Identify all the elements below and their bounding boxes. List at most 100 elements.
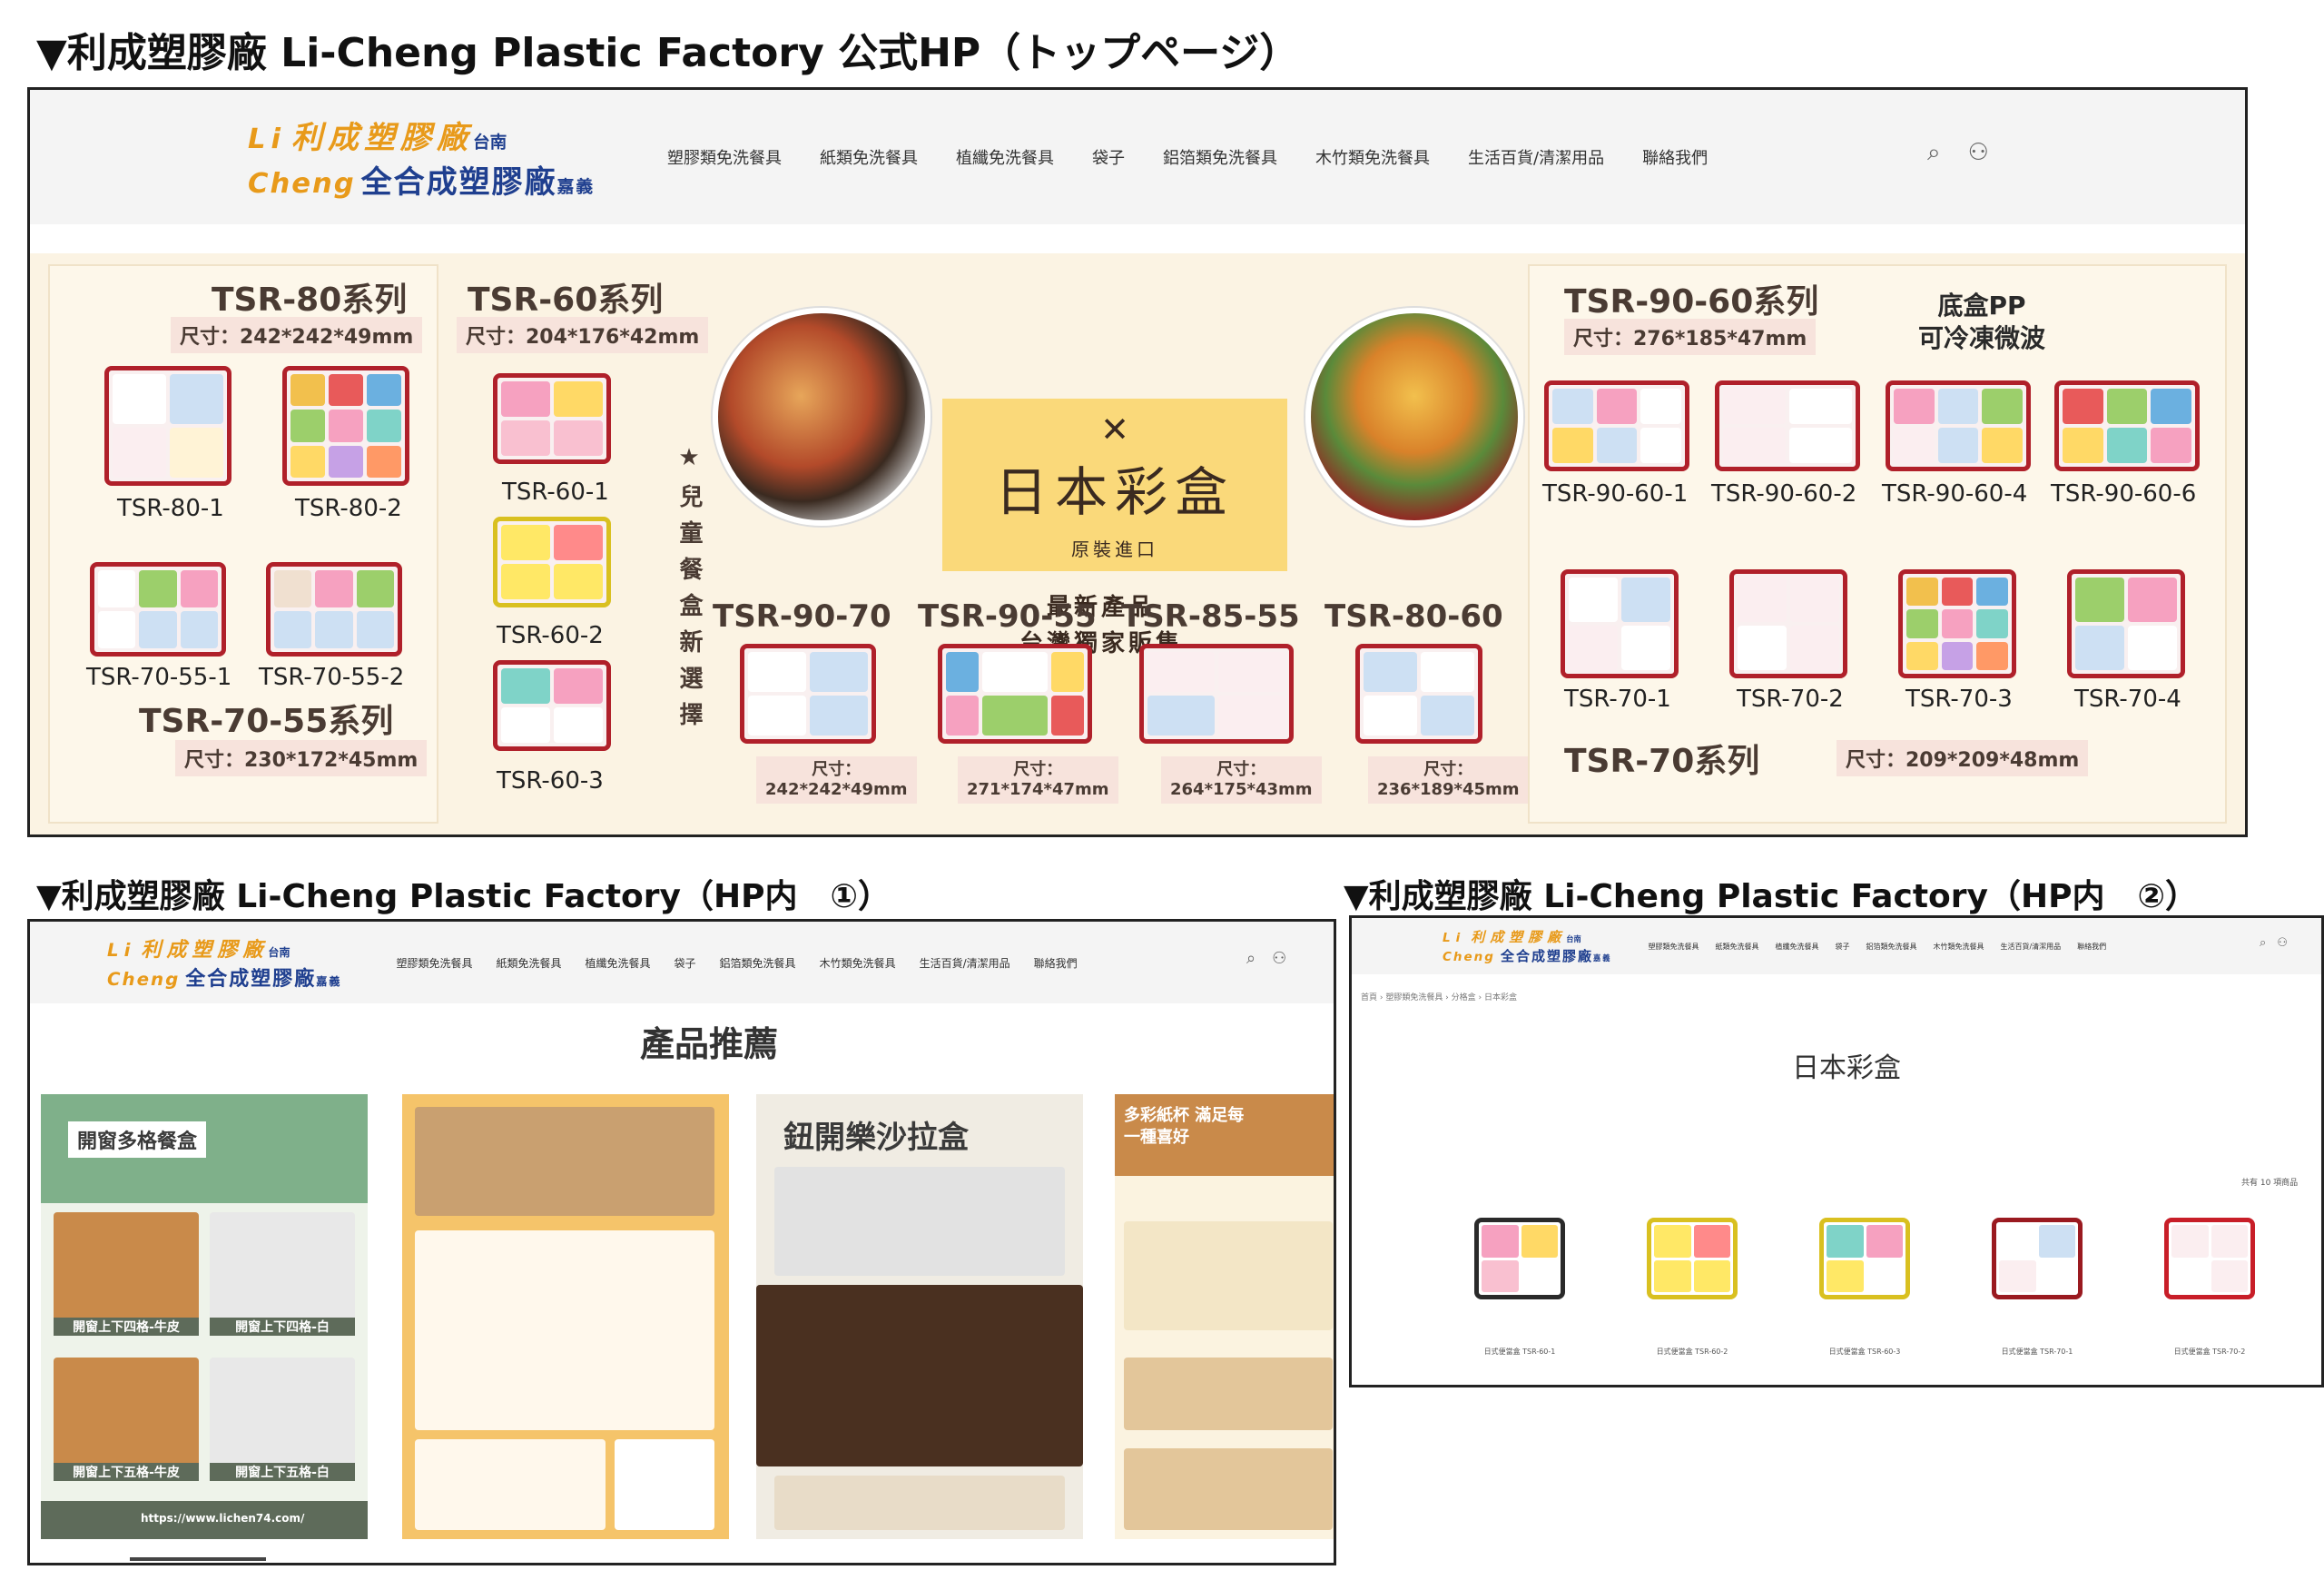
flyer-1-title: 開窗多格餐盒 xyxy=(68,1121,207,1158)
breadcrumb[interactable]: 首頁 › 塑膠類免洗餐具 › 分格盒 › 日本彩盒 xyxy=(1361,991,1517,1002)
tsr8060-title: TSR-80-60 xyxy=(1324,598,1503,635)
search-icon[interactable]: ⌕ xyxy=(1246,949,1256,968)
tsr9060-6-box xyxy=(2054,380,2200,471)
tsr7055-2-box xyxy=(266,562,402,657)
site-logo[interactable]: Li 利成塑膠廠台南 Cheng 全合成塑膠廠嘉義 xyxy=(1443,927,1611,965)
nav-item-plastic[interactable]: 塑膠類免洗餐具 xyxy=(396,955,472,971)
product-card[interactable]: 日式便當盒 TSR-60-2 xyxy=(1633,1218,1751,1357)
product-name[interactable]: 日式便當盒 TSR-70-2 xyxy=(2151,1347,2269,1357)
tsr60-1-box xyxy=(493,373,611,464)
nav-item-bags[interactable]: 袋子 xyxy=(1092,145,1125,169)
header-icons: ⌕ ⚇ xyxy=(2260,936,2288,950)
tsr80-2-label: TSR-80-2 xyxy=(295,495,402,522)
product-card[interactable]: 日式便當盒 TSR-70-1 xyxy=(1978,1218,2096,1357)
site-logo[interactable]: Li 利成塑膠廠台南 Cheng 全合成塑膠廠嘉義 xyxy=(107,933,341,992)
tsr9060-1-label: TSR-90-60-1 xyxy=(1542,480,1689,508)
nav-item-foil[interactable]: 鋁箔類免洗餐具 xyxy=(1163,145,1277,169)
tsr80-1-box xyxy=(104,366,231,486)
nav-item-fiber[interactable]: 植纖免洗餐具 xyxy=(586,955,651,971)
tsr7055-dims: 尺寸：230*172*45mm xyxy=(175,740,428,776)
nav-item-fiber[interactable]: 植纖免洗餐具 xyxy=(1775,942,1818,952)
japanese-box-card: ✕ 日本彩盒 原裝進口 xyxy=(942,399,1287,571)
user-icon[interactable]: ⚇ xyxy=(2277,936,2288,950)
nav-item-wood[interactable]: 木竹類免洗餐具 xyxy=(1933,942,1984,952)
nav-item-bags[interactable]: 袋子 xyxy=(1835,942,1849,952)
header-icons: ⌕ ⚇ xyxy=(1246,949,1286,968)
flyer-3-title: 鈕開樂沙拉盒 xyxy=(783,1120,969,1156)
logo-line1: 利成塑膠廠 xyxy=(290,120,473,156)
product-card[interactable]: 日式便當盒 TSR-60-3 xyxy=(1806,1218,1924,1357)
hero-banner[interactable]: TSR-80系列 尺寸：242*242*49mm TSR-80-1 TSR-80… xyxy=(30,253,2245,834)
flyer-window-box[interactable]: 開窗多格餐盒 開窗上下四格-牛皮 開窗上下四格-白 開窗上下五格-牛皮 開窗上下… xyxy=(41,1094,368,1539)
flyer-salad-box[interactable]: 鈕開樂沙拉盒 xyxy=(756,1094,1083,1539)
nav-item-household[interactable]: 生活百貨/清潔用品 xyxy=(920,955,1010,971)
nav-item-plastic[interactable]: 塑膠類免洗餐具 xyxy=(667,145,782,169)
tsr9070-title: TSR-90-70 xyxy=(713,598,891,635)
tsr70-4-box xyxy=(2067,569,2185,678)
tsr60-3-box xyxy=(493,660,611,751)
tsr9070-box xyxy=(740,644,876,744)
tsr8060-dims: 尺寸： 236*189*45mm xyxy=(1368,756,1529,804)
page-title: 日本彩盒 xyxy=(1792,1052,1901,1084)
search-icon[interactable]: ⌕ xyxy=(1927,139,1941,167)
nav-item-wood[interactable]: 木竹類免洗餐具 xyxy=(820,955,896,971)
nav-item-household[interactable]: 生活百貨/清潔用品 xyxy=(1468,145,1604,169)
product-name[interactable]: 日式便當盒 TSR-60-3 xyxy=(1806,1347,1924,1357)
product-image[interactable] xyxy=(1647,1218,1738,1299)
site-header: Li 利成塑膠廠台南 Cheng 全合成塑膠廠嘉義 塑膠類免洗餐具 紙類免洗餐具 植… xyxy=(1352,918,2321,974)
user-icon[interactable]: ⚇ xyxy=(1272,949,1286,968)
product-recommend-screenshot: Li 利成塑膠廠台南 Cheng 全合成塑膠廠嘉義 塑膠類免洗餐具 紙類免洗餐具 植… xyxy=(27,919,1336,1565)
carousel-scrollbar[interactable] xyxy=(130,1557,266,1561)
nav-item-bags[interactable]: 袋子 xyxy=(675,955,696,971)
category-page-screenshot: Li 利成塑膠廠台南 Cheng 全合成塑膠廠嘉義 塑膠類免洗餐具 紙類免洗餐具 植… xyxy=(1349,915,2324,1387)
product-card[interactable]: 日式便當盒 TSR-60-1 xyxy=(1461,1218,1579,1357)
site-header: Li 利成塑膠廠台南 Cheng 全合成塑膠廠嘉義 塑膠類免洗餐具 紙類免洗餐具 植… xyxy=(30,922,1334,1003)
tsr9055-title: TSR-90-55 xyxy=(918,598,1097,635)
user-icon[interactable]: ⚇ xyxy=(1968,139,1989,167)
tsr70-3-label: TSR-70-3 xyxy=(1905,686,2013,713)
flyer-1-caption-2: 開窗上下四格-白 xyxy=(210,1318,355,1336)
tsr80-dims: 尺寸：242*242*49mm xyxy=(171,317,423,353)
nav-item-contact[interactable]: 聯絡我們 xyxy=(1034,955,1078,971)
nav-item-contact[interactable]: 聯絡我們 xyxy=(1642,145,1708,169)
nav-item-plastic[interactable]: 塑膠類免洗餐具 xyxy=(1648,942,1699,952)
product-name[interactable]: 日式便當盒 TSR-60-2 xyxy=(1633,1347,1751,1357)
product-name[interactable]: 日式便當盒 TSR-60-1 xyxy=(1461,1347,1579,1357)
product-card[interactable]: 日式便當盒 TSR-70-2 xyxy=(2151,1218,2269,1357)
tsr80-2-box xyxy=(282,366,409,486)
tsr80-1-label: TSR-80-1 xyxy=(117,495,224,522)
site-logo[interactable]: Li 利成塑膠廠台南 Cheng 全合成塑膠廠嘉義 xyxy=(248,113,595,202)
search-icon[interactable]: ⌕ xyxy=(2260,936,2266,950)
main-nav: 塑膠類免洗餐具 紙類免洗餐具 植纖免洗餐具 袋子 鋁箔類免洗餐具 木竹類免洗餐具… xyxy=(1648,942,2106,952)
nav-item-contact[interactable]: 聯絡我們 xyxy=(2077,942,2106,952)
tsr60-2-box xyxy=(493,517,611,607)
product-image[interactable] xyxy=(1992,1218,2083,1299)
nav-item-paper[interactable]: 紙類免洗餐具 xyxy=(497,955,562,971)
top-page-screenshot: Li 利成塑膠廠台南 Cheng 全合成塑膠廠嘉義 塑膠類免洗餐具 紙類免洗餐具 植… xyxy=(27,87,2248,837)
flyer-paper-cups[interactable]: 多彩紙杯 滿足每一種喜好 xyxy=(1115,1094,1334,1539)
product-image[interactable] xyxy=(1819,1218,1910,1299)
nav-item-foil[interactable]: 鋁箔類免洗餐具 xyxy=(1866,942,1916,952)
product-name[interactable]: 日式便當盒 TSR-70-1 xyxy=(1978,1347,2096,1357)
page-title: 產品推薦 xyxy=(640,1024,779,1064)
nav-item-paper[interactable]: 紙類免洗餐具 xyxy=(1715,942,1758,952)
tsr70-2-box xyxy=(1729,569,1847,678)
tsr60-2-label: TSR-60-2 xyxy=(497,622,604,649)
flyer-product-grid[interactable] xyxy=(402,1094,729,1539)
tsr9060-title: TSR-90-60系列 xyxy=(1564,283,1819,321)
flyer-4-title: 多彩紙杯 滿足每一種喜好 xyxy=(1124,1106,1245,1147)
tsr70-1-label: TSR-70-1 xyxy=(1564,686,1671,713)
logo-mark: Li xyxy=(248,123,286,155)
site-header: Li 利成塑膠廠台南 Cheng 全合成塑膠廠嘉義 塑膠類免洗餐具 紙類免洗餐具 植… xyxy=(30,90,2245,224)
nav-item-fiber[interactable]: 植纖免洗餐具 xyxy=(956,145,1054,169)
tsr70-1-box xyxy=(1561,569,1679,678)
tsr60-title: TSR-60系列 xyxy=(468,281,664,319)
nav-item-household[interactable]: 生活百貨/清潔用品 xyxy=(2000,942,2061,952)
nav-item-paper[interactable]: 紙類免洗餐具 xyxy=(820,145,918,169)
nav-item-foil[interactable]: 鋁箔類免洗餐具 xyxy=(720,955,796,971)
tsr70-4-label: TSR-70-4 xyxy=(2074,686,2181,713)
product-image[interactable] xyxy=(2164,1218,2255,1299)
product-image[interactable] xyxy=(1474,1218,1565,1299)
tsr9060-4-label: TSR-90-60-4 xyxy=(1882,480,2028,508)
nav-item-wood[interactable]: 木竹類免洗餐具 xyxy=(1315,145,1430,169)
